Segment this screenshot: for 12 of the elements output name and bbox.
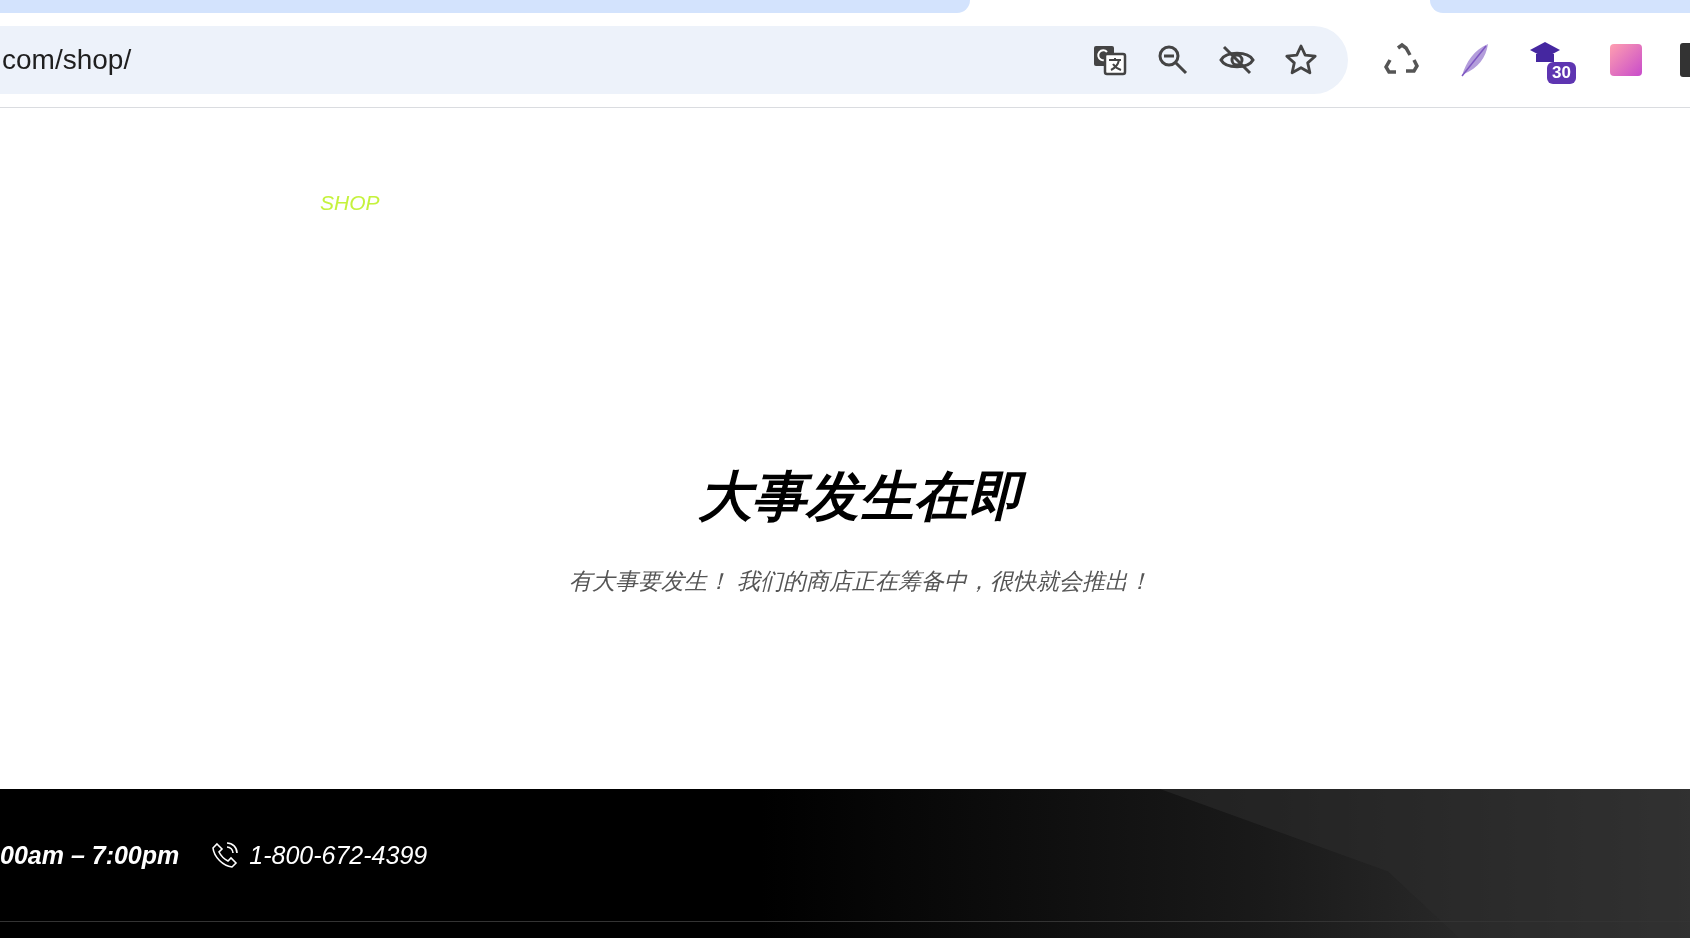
- feather-icon[interactable]: [1458, 42, 1490, 78]
- address-bar[interactable]: com/shop/: [0, 26, 1348, 94]
- star-icon[interactable]: [1284, 43, 1318, 77]
- hidden-eye-icon[interactable]: [1218, 43, 1256, 77]
- page-subtitle: 有大事要发生！ 我们的商店正在筹备中，很快就会推出！: [569, 566, 1151, 596]
- notification-badge: 30: [1547, 62, 1576, 84]
- business-hours: 00am – 7:00pm: [0, 840, 180, 870]
- phone-icon: [211, 841, 240, 869]
- page-heading: 大事发生在即: [690, 459, 1030, 535]
- phone-number[interactable]: 1-800-672-4399: [249, 840, 428, 870]
- url-text: com/shop/: [1, 44, 133, 76]
- zoom-out-icon[interactable]: [1156, 43, 1190, 77]
